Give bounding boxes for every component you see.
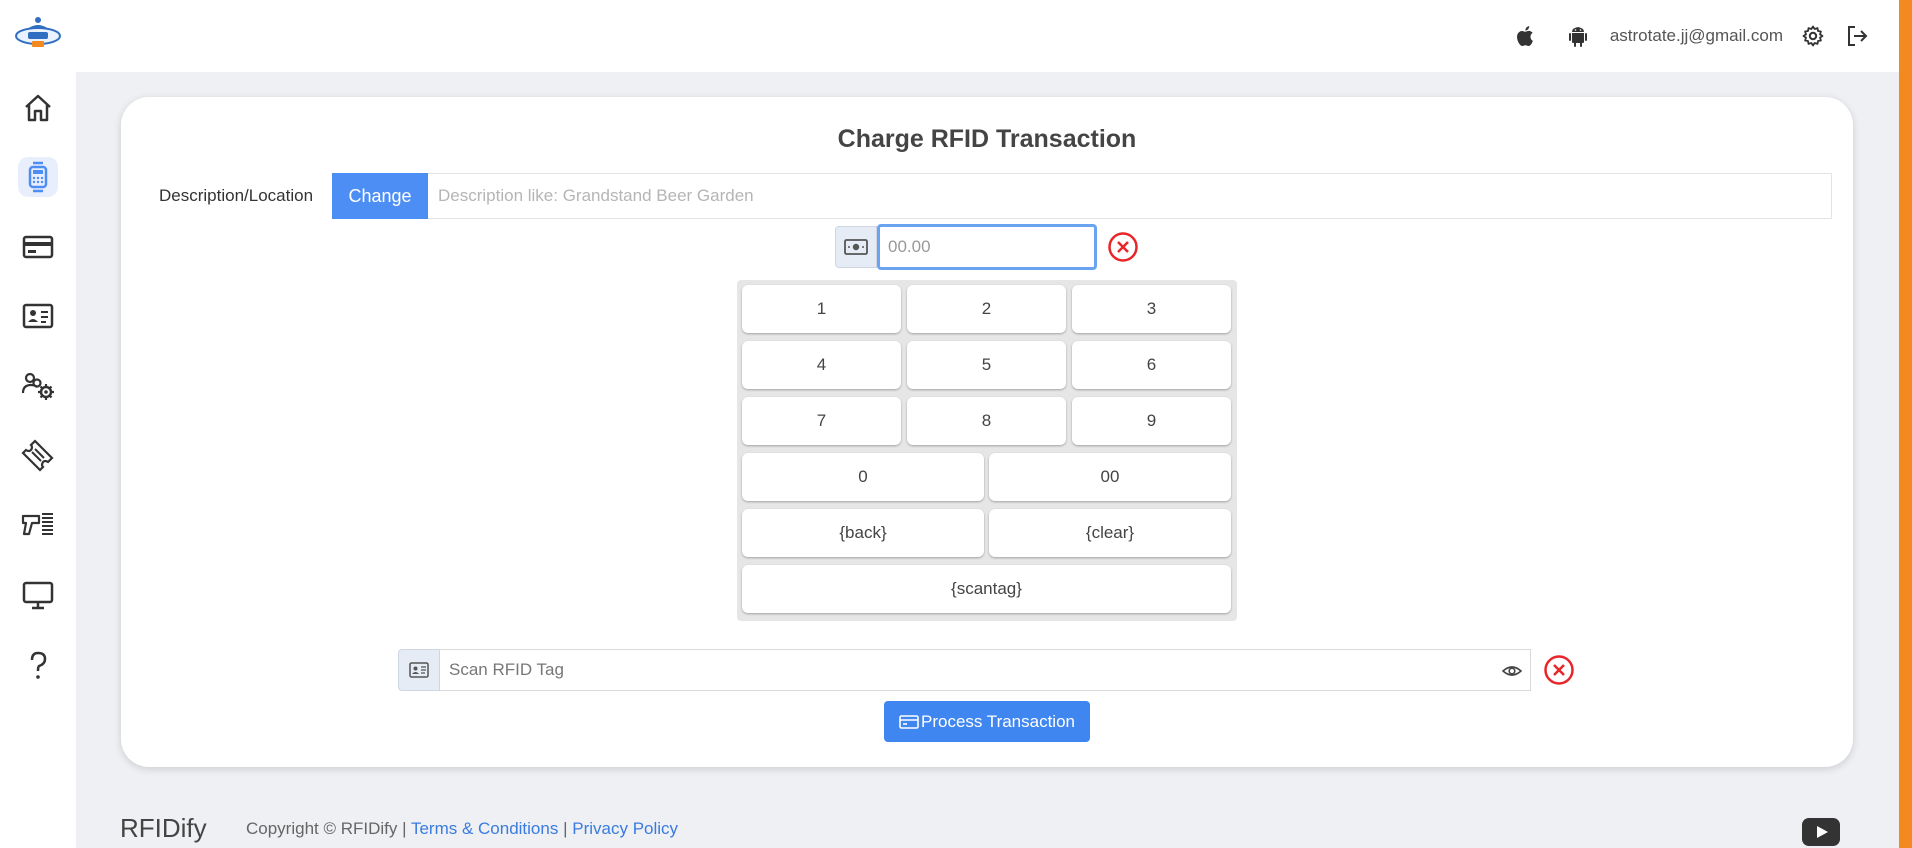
description-input[interactable] [428,173,1832,219]
home-icon [25,94,51,122]
rfid-input[interactable] [440,650,1530,690]
key-8[interactable]: 8 [907,397,1066,445]
privacy-link[interactable]: Privacy Policy [572,819,678,838]
key-scantag[interactable]: {scantag} [742,565,1231,613]
sidebar-item-scanner[interactable] [18,505,58,545]
key-5[interactable]: 5 [907,341,1066,389]
user-email: astrotate.jj@gmail.com [1609,26,1783,45]
sidebar-item-help[interactable] [18,646,58,686]
credit-card-icon [22,235,54,259]
ticket-icon [21,439,54,472]
settings-icon[interactable] [1791,16,1835,56]
id-card-icon [22,303,54,329]
page-title: Charge RFID Transaction [837,125,1137,153]
amount-input[interactable] [877,224,1097,270]
topbar-actions: astrotate.jj@gmail.com [1500,0,1879,72]
change-button[interactable]: Change [332,173,428,219]
key-2[interactable]: 2 [907,285,1066,333]
apple-icon[interactable] [1500,16,1552,56]
users-gear-icon [21,372,54,400]
amount-row [835,224,1139,270]
logout-icon[interactable] [1835,16,1879,56]
money-icon [835,226,877,268]
key-9[interactable]: 9 [1072,397,1231,445]
description-row: Description/Location Change [157,173,1832,219]
copyright-line: Copyright © RFIDify | Terms & Conditions… [246,819,678,839]
sidebar-item-payments[interactable] [18,227,58,267]
sidebar [0,0,76,848]
rfid-row [398,649,1575,691]
scanner-gun-icon [21,513,53,536]
question-icon [30,651,47,679]
key-clear[interactable]: {clear} [989,509,1231,557]
topbar: astrotate.jj@gmail.com [76,0,1899,72]
android-icon[interactable] [1552,16,1604,56]
key-3[interactable]: 3 [1072,285,1231,333]
footer-brand: RFIDify [120,813,207,843]
sidebar-item-tickets[interactable] [18,435,58,475]
side-accent-bar [1899,0,1912,848]
key-back[interactable]: {back} [742,509,984,557]
footer: RFIDify Copyright © RFIDify | Terms & Co… [120,808,1840,848]
monitor-icon [22,581,54,610]
keypad: 1 2 3 4 5 6 7 8 9 0 00 {back} {clear} {s… [737,280,1237,621]
process-transaction-button[interactable]: Process Transaction [884,701,1090,742]
terms-link[interactable]: Terms & Conditions [411,819,558,838]
copyright-text: Copyright © RFIDify | [246,819,407,838]
clear-amount-icon[interactable] [1107,231,1139,263]
id-card-icon [398,649,440,691]
calculator-watch-icon [28,161,48,193]
key-6[interactable]: 6 [1072,341,1231,389]
key-0[interactable]: 0 [742,453,984,501]
key-7[interactable]: 7 [742,397,901,445]
charge-card: Charge RFID Transaction Description/Loca… [121,97,1853,767]
credit-card-icon [899,714,919,729]
sidebar-item-contacts[interactable] [18,296,58,336]
sidebar-item-display[interactable] [18,575,58,615]
key-4[interactable]: 4 [742,341,901,389]
rfidify-logo[interactable] [14,12,62,52]
youtube-icon[interactable] [1802,818,1840,846]
sidebar-item-transactions[interactable] [18,157,58,197]
sidebar-item-user-settings[interactable] [18,366,58,406]
eye-icon[interactable] [1502,661,1522,681]
key-1[interactable]: 1 [742,285,901,333]
process-transaction-label: Process Transaction [920,711,1075,731]
sidebar-item-home[interactable] [18,88,58,128]
link-separator: | [563,819,568,838]
key-00[interactable]: 00 [989,453,1231,501]
clear-rfid-icon[interactable] [1543,654,1575,686]
description-label: Description/Location [159,186,314,205]
rfid-input-wrapper [440,649,1531,691]
